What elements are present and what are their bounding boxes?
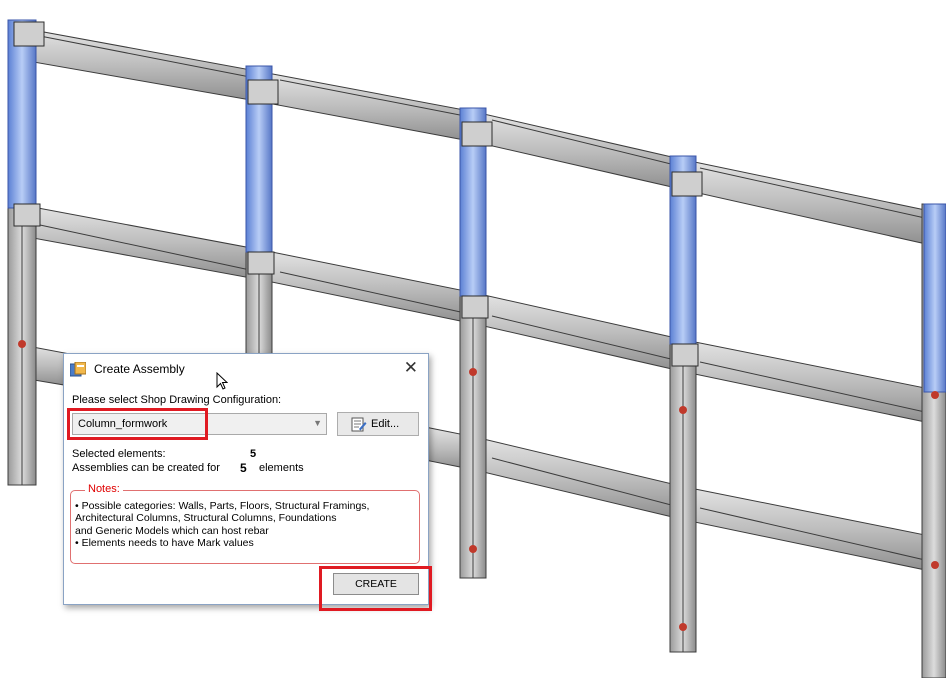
cursor-icon [216, 372, 228, 390]
notes-title: Notes: [85, 483, 123, 495]
chevron-down-icon[interactable]: ▼ [313, 418, 322, 428]
edit-button[interactable]: Edit... [337, 412, 419, 436]
assemblies-suffix: elements [259, 462, 304, 474]
edit-button-label: Edit... [371, 418, 400, 430]
app-icon [70, 362, 86, 377]
notes-group: Notes: • Possible categories: Walls, Par… [70, 483, 420, 564]
dialog-titlebar[interactable]: Create Assembly ✕ [64, 354, 428, 390]
configuration-prompt: Please select Shop Drawing Configuration… [72, 394, 282, 406]
selected-elements-count: 5 [250, 448, 257, 460]
create-highlight [319, 566, 432, 611]
notes-text: • Possible categories: Walls, Parts, Flo… [75, 500, 370, 549]
assemblies-label: Assemblies can be created for [72, 462, 220, 474]
dialog-title: Create Assembly [94, 362, 185, 376]
edit-icon [351, 417, 367, 432]
assemblies-count: 5 [240, 461, 247, 475]
close-icon[interactable]: ✕ [404, 358, 418, 378]
configuration-highlight [67, 408, 208, 440]
selected-elements-label: Selected elements: [72, 448, 166, 460]
